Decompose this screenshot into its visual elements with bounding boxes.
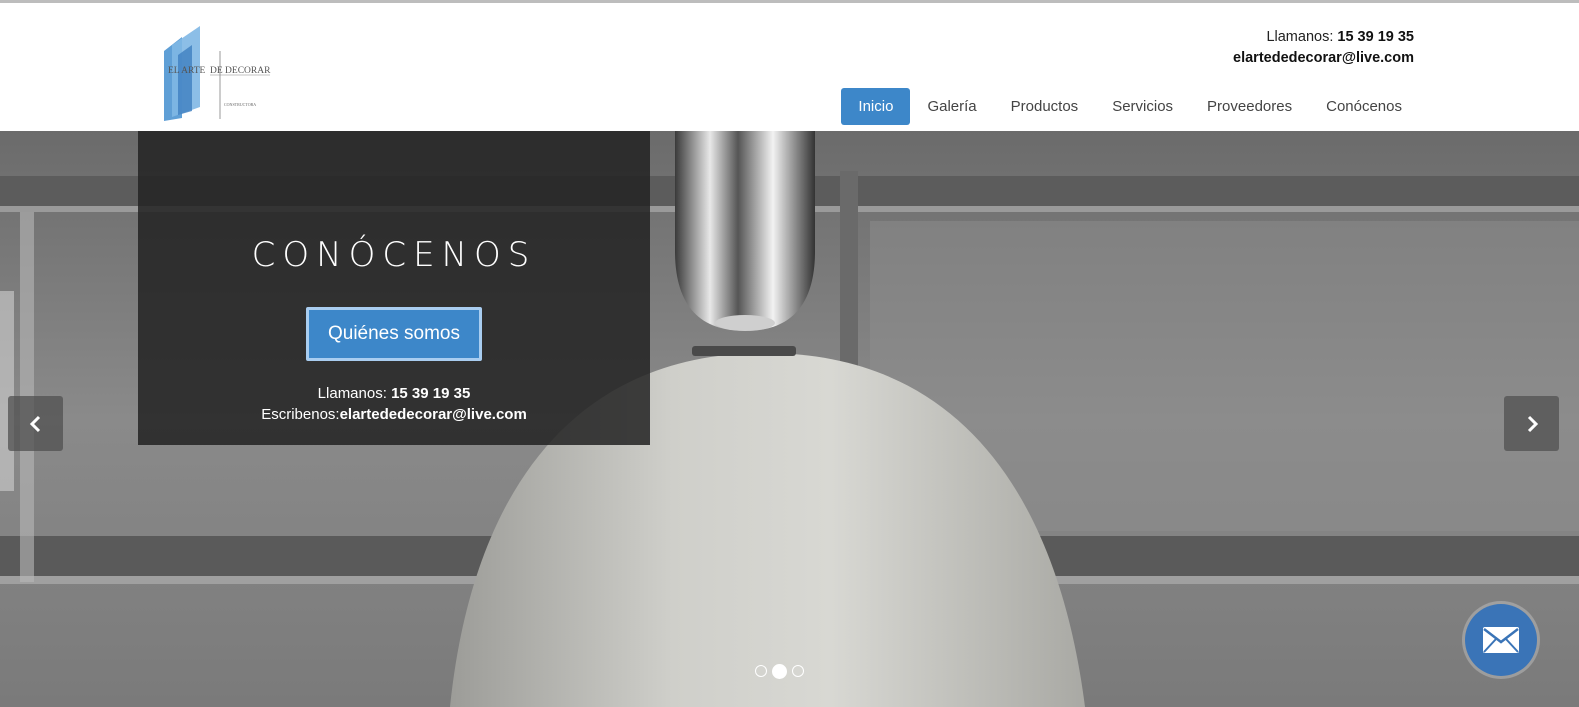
svg-text:EL ARTE: EL ARTE <box>168 66 206 76</box>
nav-item-inicio[interactable]: Inicio <box>841 88 911 125</box>
contact-mail-button[interactable] <box>1465 604 1537 676</box>
hero-carousel: CONÓCENOS Quiénes somos Llamanos: 15 39 … <box>0 131 1579 707</box>
hero-contact: Llamanos: 15 39 19 35 Escribenos:elarted… <box>138 383 650 425</box>
carousel-indicator-1[interactable] <box>755 665 767 677</box>
svg-text:DE DECORAR: DE DECORAR <box>210 66 271 76</box>
carousel-indicator-3[interactable] <box>792 665 804 677</box>
site-logo[interactable]: EL ARTE DE DECORAR CONSTRUCTORA <box>160 23 275 123</box>
header-email[interactable]: elartededecorar@live.com <box>1233 48 1414 69</box>
quienes-somos-button[interactable]: Quiénes somos <box>306 307 482 361</box>
header-phone[interactable]: 15 39 19 35 <box>1337 29 1414 45</box>
nav-item-servicios[interactable]: Servicios <box>1095 88 1190 125</box>
svg-text:CONSTRUCTORA: CONSTRUCTORA <box>224 102 256 107</box>
carousel-indicators <box>755 663 804 679</box>
header-contact: Llamanos: 15 39 19 35 elartededecorar@li… <box>1233 27 1414 69</box>
envelope-icon <box>1483 627 1519 653</box>
nav-item-conocenos[interactable]: Conócenos <box>1309 88 1419 125</box>
hero-phone[interactable]: 15 39 19 35 <box>391 385 470 402</box>
hero-email-label: Escribenos: <box>261 406 340 423</box>
hero-email[interactable]: elartededecorar@live.com <box>340 406 527 423</box>
nav-item-galeria[interactable]: Galería <box>910 88 993 125</box>
hero-title: CONÓCENOS <box>251 235 537 275</box>
hero-caption: CONÓCENOS Quiénes somos Llamanos: 15 39 … <box>138 131 650 445</box>
nav-item-proveedores[interactable]: Proveedores <box>1190 88 1309 125</box>
carousel-indicator-2[interactable] <box>772 663 787 679</box>
main-nav: Inicio Galería Productos Servicios Prove… <box>841 88 1419 125</box>
nav-item-productos[interactable]: Productos <box>994 88 1096 125</box>
chevron-right-icon <box>1527 415 1538 432</box>
carousel-prev-button[interactable] <box>8 396 63 451</box>
carousel-next-button[interactable] <box>1504 396 1559 451</box>
header-phone-label: Llamanos: <box>1266 29 1334 45</box>
chevron-left-icon <box>29 415 40 432</box>
site-header: EL ARTE DE DECORAR CONSTRUCTORA Llamanos… <box>0 3 1579 131</box>
hero-phone-label: Llamanos: <box>317 385 387 402</box>
